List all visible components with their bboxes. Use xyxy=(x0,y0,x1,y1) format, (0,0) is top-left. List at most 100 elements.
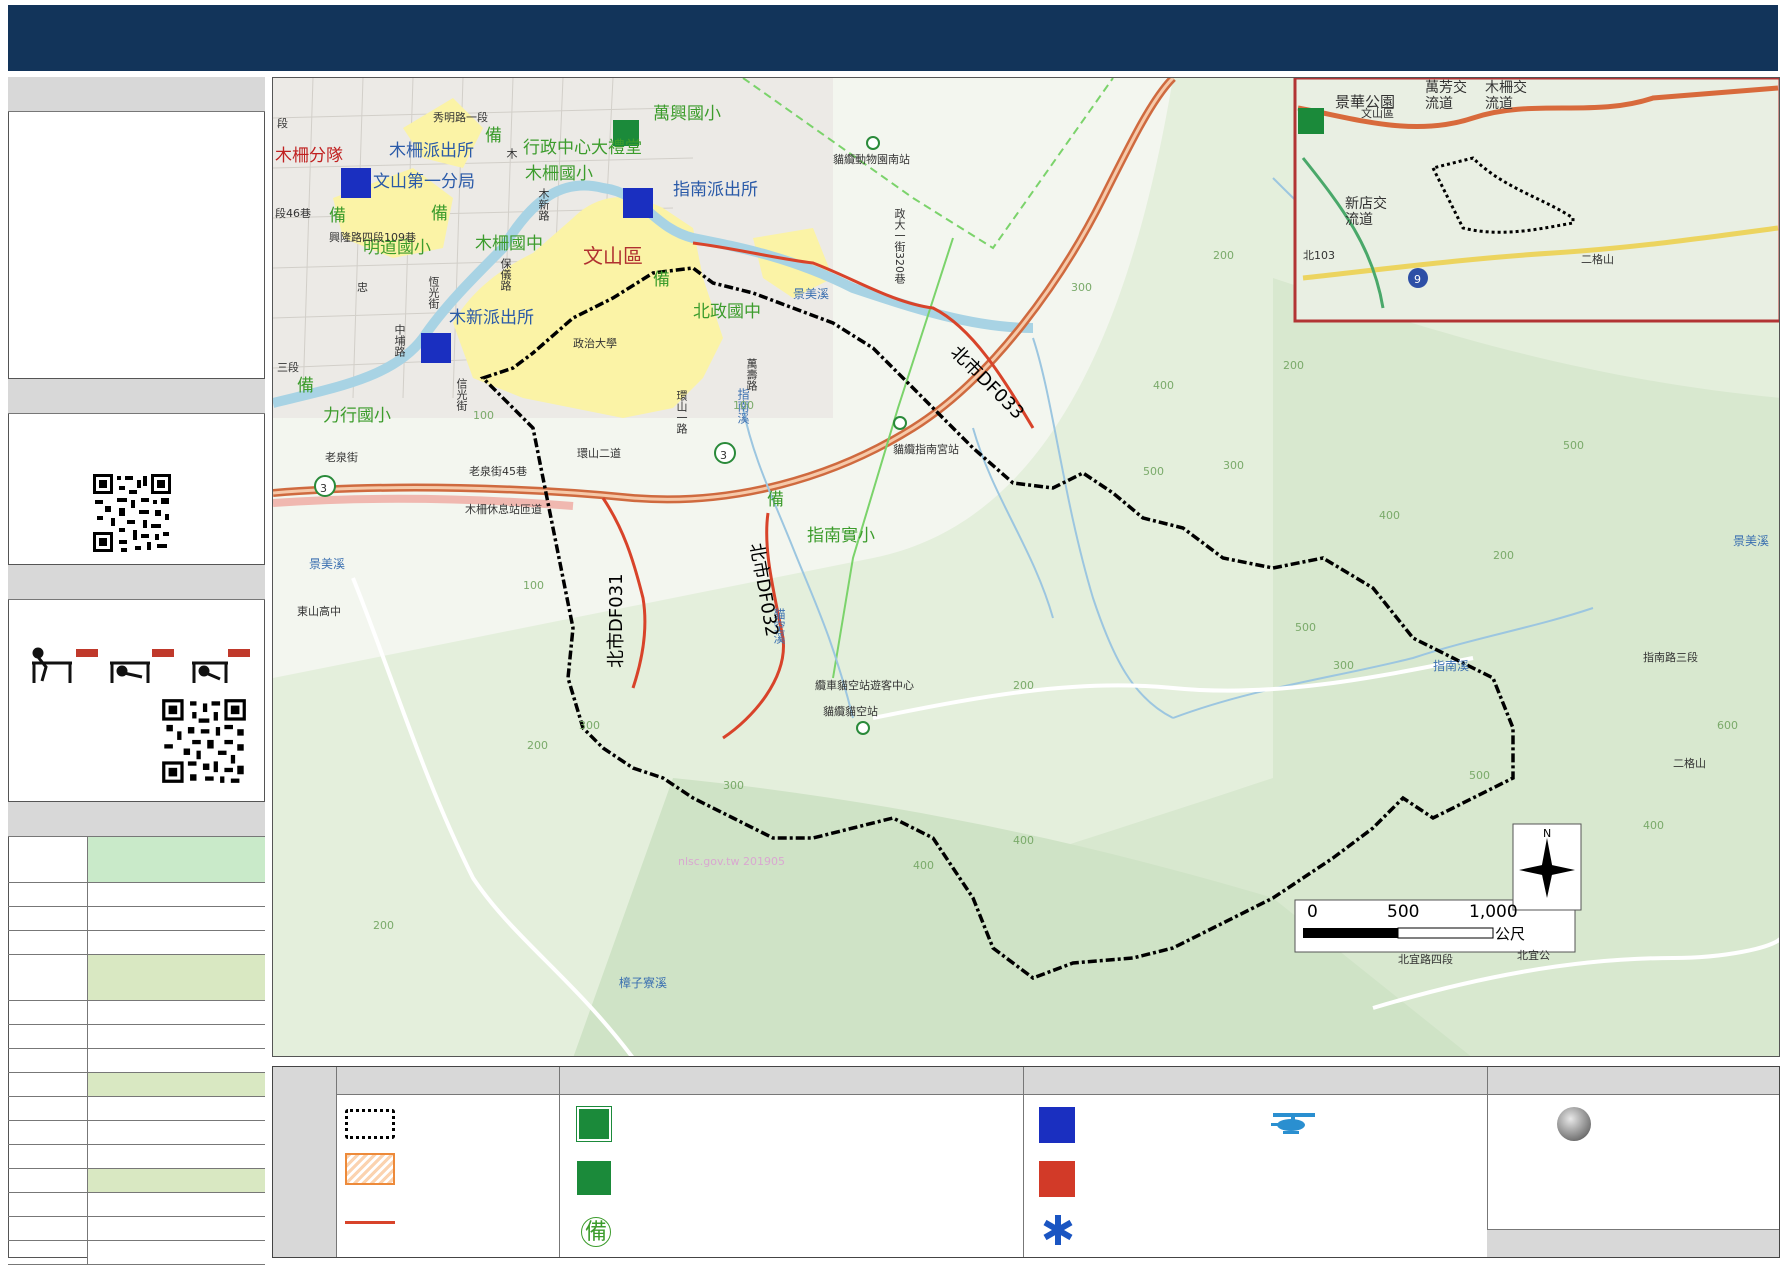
contour-11: 500 xyxy=(1295,621,1316,634)
qr-code-2[interactable] xyxy=(160,697,248,785)
legend-gray-point-icon xyxy=(1557,1107,1591,1141)
legend-bottom-right-header xyxy=(1487,1229,1779,1257)
label-street-3: 中埔路 xyxy=(393,324,406,357)
label-muzha-junior: 木柵國中 xyxy=(475,234,543,254)
backup-icon-2: 備 xyxy=(431,204,448,224)
inset-label-3: 新店交流道 xyxy=(1345,196,1387,228)
map-canvas xyxy=(273,78,1779,1056)
label-street-5: 保儀路 xyxy=(499,258,512,291)
legend-hatched-area-symbol xyxy=(345,1153,395,1185)
label-muxin-police: 木新派出所 xyxy=(449,308,534,328)
backup-icon-1: 備 xyxy=(329,206,346,226)
label-street-13: 指南路三段 xyxy=(1643,651,1698,664)
table-row xyxy=(8,1049,88,1073)
table-cell xyxy=(88,1217,265,1241)
contour-19: 500 xyxy=(1563,439,1584,452)
table-row xyxy=(8,1169,88,1193)
label-zhinan-elementary: 指南實小 xyxy=(807,526,875,546)
main-map[interactable]: 萬興國小 行政中心大禮堂 木柵國小 明道國小 木柵國中 北政國中 力行國小 指南… xyxy=(272,77,1780,1057)
table-row xyxy=(8,837,88,883)
label-street-1: 興隆路四段109巷 xyxy=(329,231,416,244)
table-row xyxy=(8,1025,88,1049)
table-row xyxy=(8,931,88,955)
table-cell xyxy=(88,1241,265,1265)
label-admin-center-hall: 行政中心大禮堂 xyxy=(523,138,642,158)
table-cell xyxy=(88,1073,265,1097)
title-banner xyxy=(8,5,1778,71)
table-cell xyxy=(88,907,265,931)
label-street-11: 環山二道 xyxy=(577,447,621,460)
table-cell xyxy=(88,1001,265,1025)
label-river-5: 景美溪 xyxy=(309,557,346,571)
table-cell xyxy=(88,837,265,883)
legend-medical-icon xyxy=(1041,1213,1075,1247)
drop-cover-hold-illustration xyxy=(22,645,252,685)
legend-boundary-symbol xyxy=(345,1109,395,1139)
label-nccu: 政治大學 xyxy=(573,337,617,350)
table-row xyxy=(8,1217,88,1241)
contour-4: 400 xyxy=(1153,379,1174,392)
label-cable-station-2: 纜車貓空站遊客中心 xyxy=(815,679,914,692)
label-dongshan-high: 東山高中 xyxy=(297,605,341,618)
legend-backup-icon: 備 xyxy=(581,1217,611,1247)
north-arrow-label: N xyxy=(1543,827,1552,840)
label-street-7: 萬壽路 xyxy=(745,358,758,391)
label-wenshan-first-precinct: 文山第一分局 xyxy=(373,172,475,192)
inset-label-6: 二格山 xyxy=(1581,253,1614,266)
label-street-17: 三段 xyxy=(277,361,299,374)
label-street-8: 老泉街 xyxy=(325,451,358,464)
contour-1: 100 xyxy=(733,399,754,412)
table-cell xyxy=(88,955,265,1001)
contour-9: 500 xyxy=(1469,769,1490,782)
highway-shield-left: 3 xyxy=(320,482,327,495)
table-row xyxy=(8,907,88,931)
inset-label-5: 北103 xyxy=(1303,249,1335,262)
label-street-20: 木 xyxy=(505,148,518,159)
qr-code-1[interactable] xyxy=(91,472,173,554)
legend-helicopter-icon xyxy=(1269,1111,1319,1137)
table-cell xyxy=(88,1169,265,1193)
contour-21: 200 xyxy=(1283,359,1304,372)
table-row xyxy=(8,1193,88,1217)
scale-tick-0: 0 xyxy=(1307,902,1318,922)
label-street-14: 北宜路四段 xyxy=(1398,953,1453,966)
contour-0: 100 xyxy=(473,409,494,422)
contour-6: 400 xyxy=(913,859,934,872)
inset-label-1: 萬芳交流道 xyxy=(1425,80,1467,112)
label-street-21: 恆光街 xyxy=(427,276,440,309)
inset-label-7: 9 xyxy=(1414,273,1421,286)
scale-tick-1000: 1,000 xyxy=(1469,902,1518,922)
label-river-6: 景美溪 xyxy=(1733,534,1770,548)
label-street-16: 段 xyxy=(277,117,288,130)
label-street-2: 木新路 xyxy=(537,188,550,221)
contour-7: 300 xyxy=(1333,659,1354,672)
legend-header-row xyxy=(337,1067,1779,1095)
backup-icon-4: 備 xyxy=(297,376,314,396)
contour-2: 200 xyxy=(1213,249,1234,262)
contour-12: 400 xyxy=(1643,819,1664,832)
table-cell xyxy=(88,1193,265,1217)
table-row xyxy=(8,1097,88,1121)
label-beizheng-junior: 北政國中 xyxy=(693,302,761,322)
contour-20: 300 xyxy=(1223,459,1244,472)
label-zhinan-police: 指南派出所 xyxy=(673,180,758,200)
label-muzha-police: 木柵派出所 xyxy=(389,141,474,161)
backup-icon-5: 備 xyxy=(767,490,784,510)
label-river-2: 指南溪 xyxy=(1433,659,1470,673)
label-street-9: 老泉街45巷 xyxy=(469,465,527,478)
table-cell xyxy=(88,1121,265,1145)
inset-label-4: 文山區 xyxy=(1361,107,1394,120)
label-river-0: 景美溪 xyxy=(793,287,830,301)
contour-22: 400 xyxy=(1379,509,1400,522)
label-cable-station-0: 貓纜動物園南站 xyxy=(833,153,910,166)
table-cell xyxy=(88,883,265,907)
label-cable-station-3: 貓纜貓空站 xyxy=(823,705,878,718)
inset-label-2: 木柵交流道 xyxy=(1485,80,1527,112)
label-street-10: 木柵休息站匝道 xyxy=(465,503,542,516)
label-cable-station-1: 貓纜指南宮站 xyxy=(893,443,959,456)
contour-3: 300 xyxy=(1071,281,1092,294)
label-street-0: 秀明路一段 xyxy=(433,111,488,124)
contour-5: 500 xyxy=(1143,465,1164,478)
sidebar-panel-1 xyxy=(8,77,265,379)
contour-23: 200 xyxy=(1013,679,1034,692)
